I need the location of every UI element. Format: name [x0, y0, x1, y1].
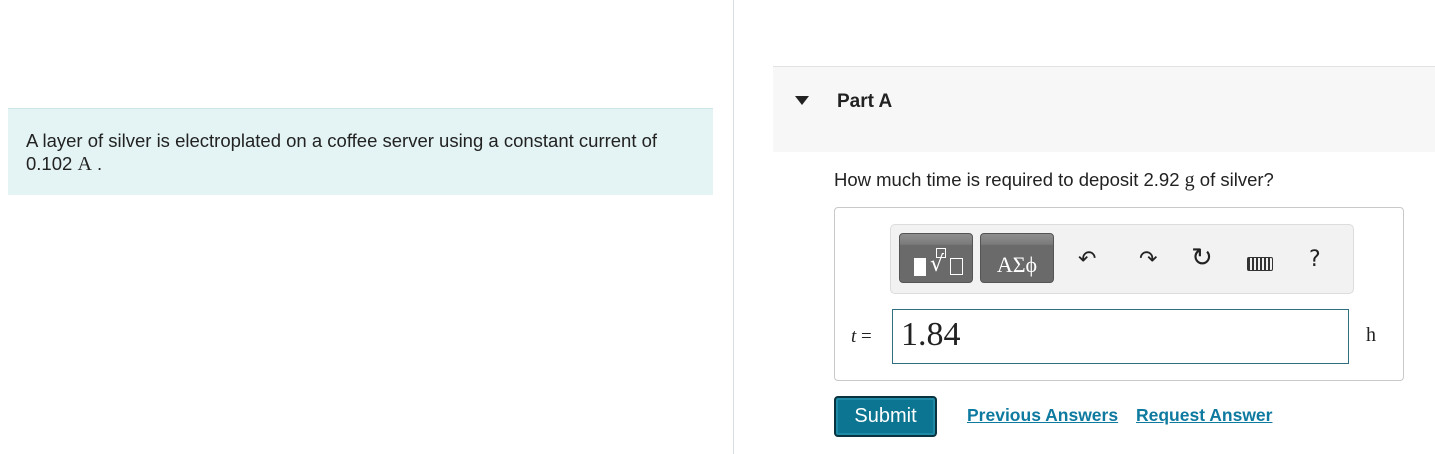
keyboard-icon[interactable]	[1247, 257, 1273, 271]
problem-statement: A layer of silver is electroplated on a …	[8, 108, 713, 195]
answer-unit: h	[1366, 324, 1376, 346]
undo-icon[interactable]: ↶	[1078, 247, 1096, 273]
request-answer-link[interactable]: Request Answer	[1136, 405, 1272, 426]
math-toolbar: √ ΑΣϕ ↶ ↷ ↻ ?	[890, 224, 1354, 294]
collapse-caret-icon[interactable]	[795, 96, 809, 105]
previous-answers-link[interactable]: Previous Answers	[967, 405, 1118, 426]
part-a-header[interactable]: Part A	[773, 66, 1435, 152]
problem-end: .	[97, 153, 103, 174]
part-title: Part A	[837, 91, 893, 112]
help-icon[interactable]: ?	[1309, 247, 1321, 273]
templates-icon[interactable]: √	[899, 233, 973, 283]
reset-icon[interactable]: ↻	[1191, 245, 1213, 271]
current-unit: A	[77, 153, 92, 175]
equals-sign: =	[861, 326, 872, 347]
problem-text: A layer of silver is electroplated on a …	[26, 130, 658, 151]
submit-button[interactable]: Submit	[834, 396, 937, 437]
pane-divider	[733, 0, 734, 454]
current-value: 0.102	[26, 153, 73, 174]
answer-input[interactable]: 1.84	[892, 309, 1349, 364]
question-unit: g	[1184, 169, 1195, 191]
question-before: How much time is required to deposit 2.9…	[834, 169, 1180, 190]
variable-label: t =	[851, 326, 872, 348]
redo-icon[interactable]: ↷	[1139, 247, 1157, 273]
symbols-label: ΑΣϕ	[996, 252, 1038, 277]
question-text: How much time is required to deposit 2.9…	[834, 169, 1274, 192]
symbols-button[interactable]: ΑΣϕ	[980, 233, 1054, 283]
variable-name: t	[851, 326, 857, 347]
answer-box: √ ΑΣϕ ↶ ↷ ↻ ? t = 1.84 h	[834, 207, 1404, 381]
question-after: of silver?	[1199, 169, 1274, 190]
